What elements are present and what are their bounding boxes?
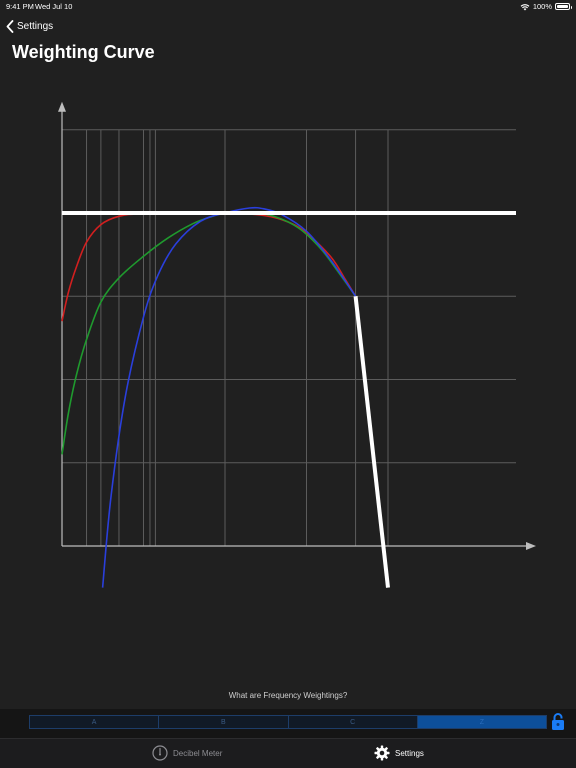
tab-decibel-meter-label: Decibel Meter <box>173 748 223 758</box>
x-axis-arrow <box>526 542 536 550</box>
tab-decibel-meter[interactable]: Decibel Meter <box>152 745 222 761</box>
series-a-weighting <box>61 212 357 322</box>
tab-settings-label: Settings <box>395 748 424 758</box>
weighting-chart <box>58 101 536 588</box>
series-b-weighting <box>61 211 357 455</box>
cutoff-line <box>353 296 390 588</box>
weighting-selector-bar: ABCZ <box>0 709 576 738</box>
series-c-weighting <box>101 206 357 588</box>
segment-c[interactable]: C <box>288 716 418 728</box>
battery-icon <box>555 3 572 10</box>
segment-a[interactable]: A <box>30 716 160 728</box>
chevron-left-icon <box>6 19 14 33</box>
segment-z[interactable]: Z <box>417 716 546 728</box>
segment-b[interactable]: B <box>159 716 289 728</box>
page-title: Weighting Curve <box>12 42 155 62</box>
back-button[interactable]: Settings <box>6 18 53 34</box>
battery-percent: 100% <box>532 2 552 11</box>
y-axis-arrow <box>58 101 66 112</box>
lock-icon[interactable] <box>551 712 565 731</box>
weighting-segmented-control: ABCZ <box>29 715 547 729</box>
status-bar: 9:41 PM Wed Jul 10 100% <box>0 0 576 14</box>
meter-icon <box>152 745 168 761</box>
back-button-label: Settings <box>17 20 54 32</box>
status-date: Wed Jul 10 <box>35 2 73 11</box>
status-time: 9:41 PM <box>6 2 34 11</box>
tab-bar: Decibel Meter Settings <box>0 738 576 768</box>
status-right: 100% <box>520 2 572 11</box>
tab-settings[interactable]: Settings <box>374 745 424 761</box>
weightings-info-link[interactable]: What are Frequency Weightings? <box>0 691 576 700</box>
wifi-icon <box>520 3 530 10</box>
gear-icon <box>374 745 390 761</box>
